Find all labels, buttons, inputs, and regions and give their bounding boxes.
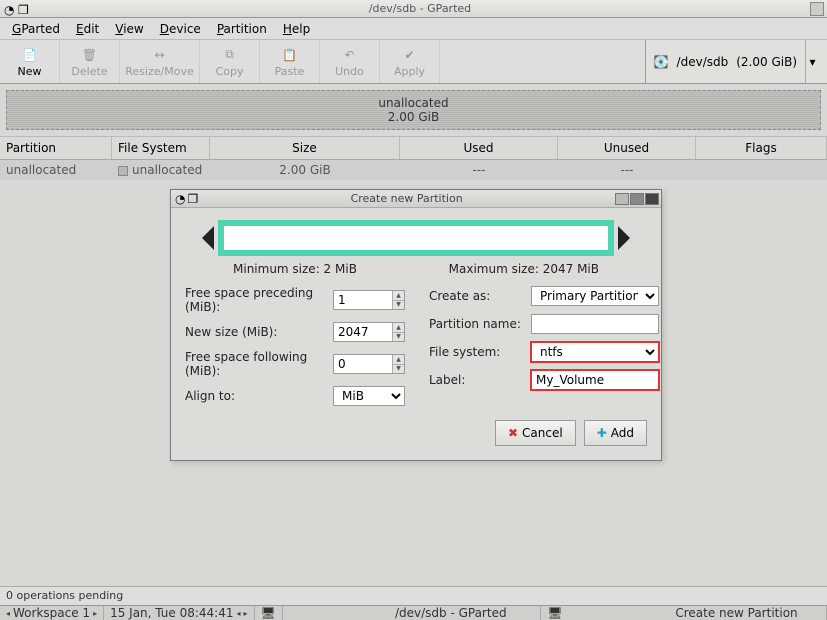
label-label: Label: (429, 373, 523, 387)
new-button[interactable]: 📄 New (0, 40, 60, 83)
wm-menu-icon[interactable]: ◔ (4, 3, 16, 15)
cancel-icon: ✖ (508, 426, 518, 440)
drive-icon: 💽 (654, 55, 669, 69)
spin-up-icon[interactable]: ▲ (392, 323, 404, 333)
filesystem-select[interactable]: ntfs (531, 342, 659, 362)
document-new-icon: 📄 (19, 46, 41, 64)
window-minimize-button[interactable] (810, 2, 824, 16)
taskbar-task[interactable]: Create new Partition (647, 606, 827, 620)
undo-button: ↶ Undo (320, 40, 380, 83)
window-title: /dev/sdb - GParted (30, 2, 810, 15)
free-preceding-label: Free space preceding (MiB): (185, 286, 325, 314)
fs-swatch-icon (118, 166, 128, 176)
col-flags[interactable]: Flags (696, 137, 827, 159)
resize-handle-right[interactable] (618, 226, 630, 250)
taskbar-clock: 15 Jan, Tue 08:44:41 ◂▸ (104, 606, 254, 620)
device-path: /dev/sdb (677, 55, 729, 69)
device-size: (2.00 GiB) (736, 55, 797, 69)
undo-icon: ↶ (339, 46, 361, 64)
wm-menu-icon[interactable]: ◔ (171, 192, 185, 206)
menu-view[interactable]: View (107, 20, 151, 38)
partition-preview[interactable]: unallocated 2.00 GiB (6, 90, 821, 130)
partition-name-label: Partition name: (429, 317, 523, 331)
toolbar: 📄 New 🗑 Delete ↔ Resize/Move ⧉ Copy 📋 Pa… (0, 40, 827, 84)
taskbar: ◂ Workspace 1 ▸ 15 Jan, Tue 08:44:41 ◂▸ … (0, 605, 827, 620)
preview-label: unallocated (378, 96, 448, 110)
apply-icon: ✔ (399, 46, 421, 64)
label-input[interactable] (531, 370, 659, 390)
maximum-size-label: Maximum size: 2047 MiB (449, 262, 599, 276)
menu-partition[interactable]: Partition (209, 20, 275, 38)
spin-down-icon[interactable]: ▼ (392, 301, 404, 310)
create-as-label: Create as: (429, 289, 523, 303)
col-used[interactable]: Used (400, 137, 558, 159)
create-as-select[interactable]: Primary Partition (531, 286, 659, 306)
dialog-title: Create new Partition (198, 192, 615, 205)
menu-device[interactable]: Device (152, 20, 209, 38)
align-to-label: Align to: (185, 389, 325, 403)
col-unused[interactable]: Unused (558, 137, 696, 159)
minimum-size-label: Minimum size: 2 MiB (233, 262, 357, 276)
add-button[interactable]: ✚Add (584, 420, 647, 446)
spin-up-icon[interactable]: ▲ (392, 355, 404, 365)
menubar: GParted Edit View Device Partition Help (0, 18, 827, 40)
resize-handle-left[interactable] (202, 226, 214, 250)
copy-button: ⧉ Copy (200, 40, 260, 83)
paste-icon: 📋 (279, 46, 301, 64)
free-following-label: Free space following (MiB): (185, 350, 325, 378)
chevron-down-icon: ▾ (805, 40, 819, 83)
dialog-close-button[interactable] (645, 193, 659, 205)
show-desktop-icon[interactable]: 🖥 (255, 606, 283, 620)
device-selector[interactable]: 💽 /dev/sdb (2.00 GiB) ▾ (645, 40, 827, 83)
spin-down-icon[interactable]: ▼ (392, 333, 404, 342)
add-icon: ✚ (597, 426, 607, 440)
menu-gparted[interactable]: GParted (4, 20, 68, 38)
spin-down-icon[interactable]: ▼ (392, 365, 404, 374)
table-row[interactable]: unallocated unallocated 2.00 GiB --- --- (0, 160, 827, 180)
filesystem-label: File system: (429, 345, 523, 359)
copy-icon: ⧉ (219, 46, 241, 64)
taskbar-task-icon[interactable]: 🖥 (541, 606, 568, 620)
menu-edit[interactable]: Edit (68, 20, 107, 38)
cancel-button[interactable]: ✖Cancel (495, 420, 576, 446)
partition-size-visualizer[interactable] (218, 220, 614, 256)
menu-help[interactable]: Help (275, 20, 318, 38)
wm-restore-icon[interactable]: ❐ (185, 192, 198, 206)
paste-button: 📋 Paste (260, 40, 320, 83)
window-titlebar: ◔ ❐ /dev/sdb - GParted (0, 0, 827, 18)
new-size-label: New size (MiB): (185, 325, 325, 339)
apply-button: ✔ Apply (380, 40, 440, 83)
dialog-titlebar: ◔ ❐ Create new Partition (171, 190, 661, 208)
col-partition[interactable]: Partition (0, 137, 112, 159)
resize-button: ↔ Resize/Move (120, 40, 200, 83)
align-to-select[interactable]: MiB (333, 386, 405, 406)
wm-restore-icon[interactable]: ❐ (18, 3, 30, 15)
spin-up-icon[interactable]: ▲ (392, 291, 404, 301)
dialog-minimize-button[interactable] (615, 193, 629, 205)
partition-name-input[interactable] (531, 314, 659, 334)
taskbar-task[interactable]: /dev/sdb - GParted (361, 606, 541, 620)
trash-icon: 🗑 (79, 46, 101, 64)
resize-icon: ↔ (149, 46, 171, 64)
create-partition-dialog: ◔ ❐ Create new Partition Minimum size: 2… (170, 189, 662, 461)
partition-table-header: Partition File System Size Used Unused F… (0, 136, 827, 160)
workspace-switcher[interactable]: ◂ Workspace 1 ▸ (0, 606, 104, 620)
delete-button: 🗑 Delete (60, 40, 120, 83)
col-size[interactable]: Size (210, 137, 400, 159)
preview-size: 2.00 GiB (388, 110, 439, 124)
dialog-maximize-button[interactable] (630, 193, 644, 205)
col-filesystem[interactable]: File System (112, 137, 210, 159)
status-bar: 0 operations pending (0, 586, 827, 605)
